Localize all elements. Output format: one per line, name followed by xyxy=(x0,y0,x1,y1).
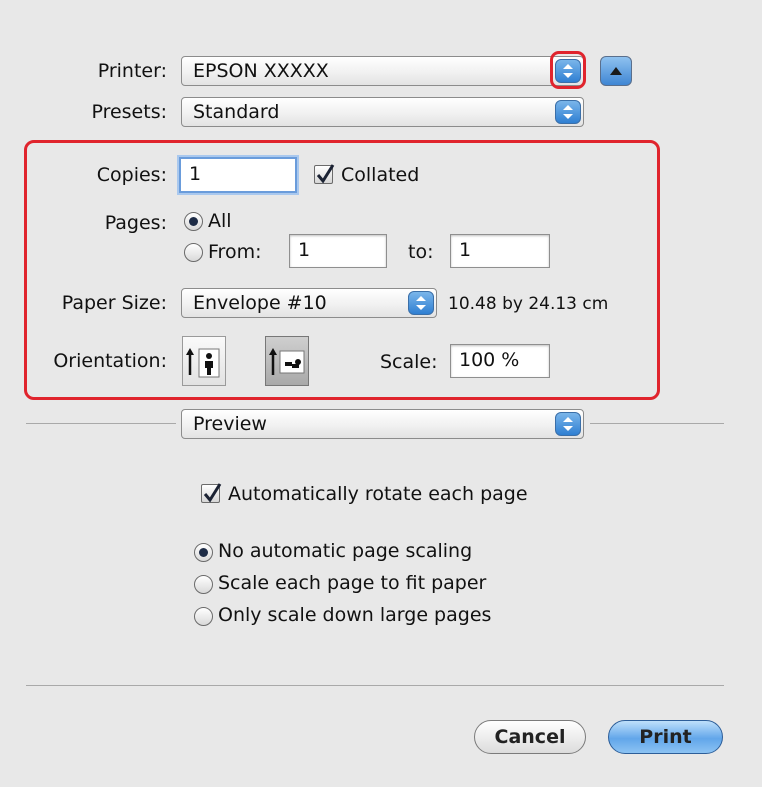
scale-down-large-label: Only scale down large pages xyxy=(218,604,492,626)
paper-dimensions: 10.48 by 24.13 cm xyxy=(448,294,609,314)
paper-size-label: Paper Size: xyxy=(61,292,167,314)
pages-label: Pages: xyxy=(104,212,167,234)
bottom-separator xyxy=(26,685,724,686)
pages-to-label: to: xyxy=(408,241,434,263)
printer-value: EPSON XXXXX xyxy=(193,60,329,82)
section-popup-value: Preview xyxy=(193,413,267,435)
section-popup[interactable]: Preview xyxy=(181,409,584,439)
scale-to-fit-radio[interactable] xyxy=(194,575,213,594)
section-separator-left xyxy=(26,423,176,424)
landscape-orientation-icon xyxy=(269,348,305,375)
collated-label: Collated xyxy=(341,164,420,186)
portrait-orientation-icon xyxy=(186,348,220,378)
scale-label: Scale: xyxy=(380,351,438,373)
paper-size-value: Envelope #10 xyxy=(193,292,327,314)
scale-input[interactable]: 100 % xyxy=(450,344,550,378)
pages-all-radio[interactable] xyxy=(184,212,203,231)
triangle-up-icon xyxy=(610,67,622,75)
no-scaling-radio[interactable] xyxy=(194,543,213,562)
copies-input[interactable]: 1 xyxy=(179,157,297,193)
copies-label: Copies: xyxy=(96,164,167,186)
orientation-landscape-button[interactable] xyxy=(265,336,309,386)
section-separator-right xyxy=(590,423,724,424)
pages-from-radio[interactable] xyxy=(184,243,203,262)
auto-rotate-label: Automatically rotate each page xyxy=(228,483,528,505)
presets-label: Presets: xyxy=(91,101,167,123)
paper-size-popup[interactable]: Envelope #10 xyxy=(181,288,437,318)
pages-all-label: All xyxy=(208,210,232,232)
printer-label: Printer: xyxy=(97,60,167,82)
pages-to-input[interactable]: 1 xyxy=(450,234,550,268)
paper-size-stepper-icon[interactable] xyxy=(408,291,434,315)
checkmark-icon xyxy=(316,164,335,184)
printer-popup[interactable]: EPSON XXXXX xyxy=(181,56,584,86)
section-stepper-icon[interactable] xyxy=(555,412,581,436)
cancel-button[interactable]: Cancel xyxy=(474,720,586,754)
disclosure-button[interactable] xyxy=(600,56,632,86)
presets-value: Standard xyxy=(193,101,280,123)
presets-stepper-icon[interactable] xyxy=(555,100,581,124)
auto-rotate-checkbox[interactable] xyxy=(201,483,222,503)
orientation-portrait-button[interactable] xyxy=(182,336,226,386)
checkmark-icon xyxy=(203,483,222,503)
pages-from-label: From: xyxy=(208,241,262,263)
no-scaling-label: No automatic page scaling xyxy=(218,540,473,562)
collated-checkbox[interactable] xyxy=(314,164,335,184)
print-button[interactable]: Print xyxy=(608,720,723,754)
scale-down-large-radio[interactable] xyxy=(194,607,213,626)
pages-from-input[interactable]: 1 xyxy=(289,234,387,268)
orientation-label: Orientation: xyxy=(53,350,167,372)
printer-stepper-highlight xyxy=(550,51,586,89)
scale-to-fit-label: Scale each page to fit paper xyxy=(218,572,487,594)
presets-popup[interactable]: Standard xyxy=(181,97,584,127)
